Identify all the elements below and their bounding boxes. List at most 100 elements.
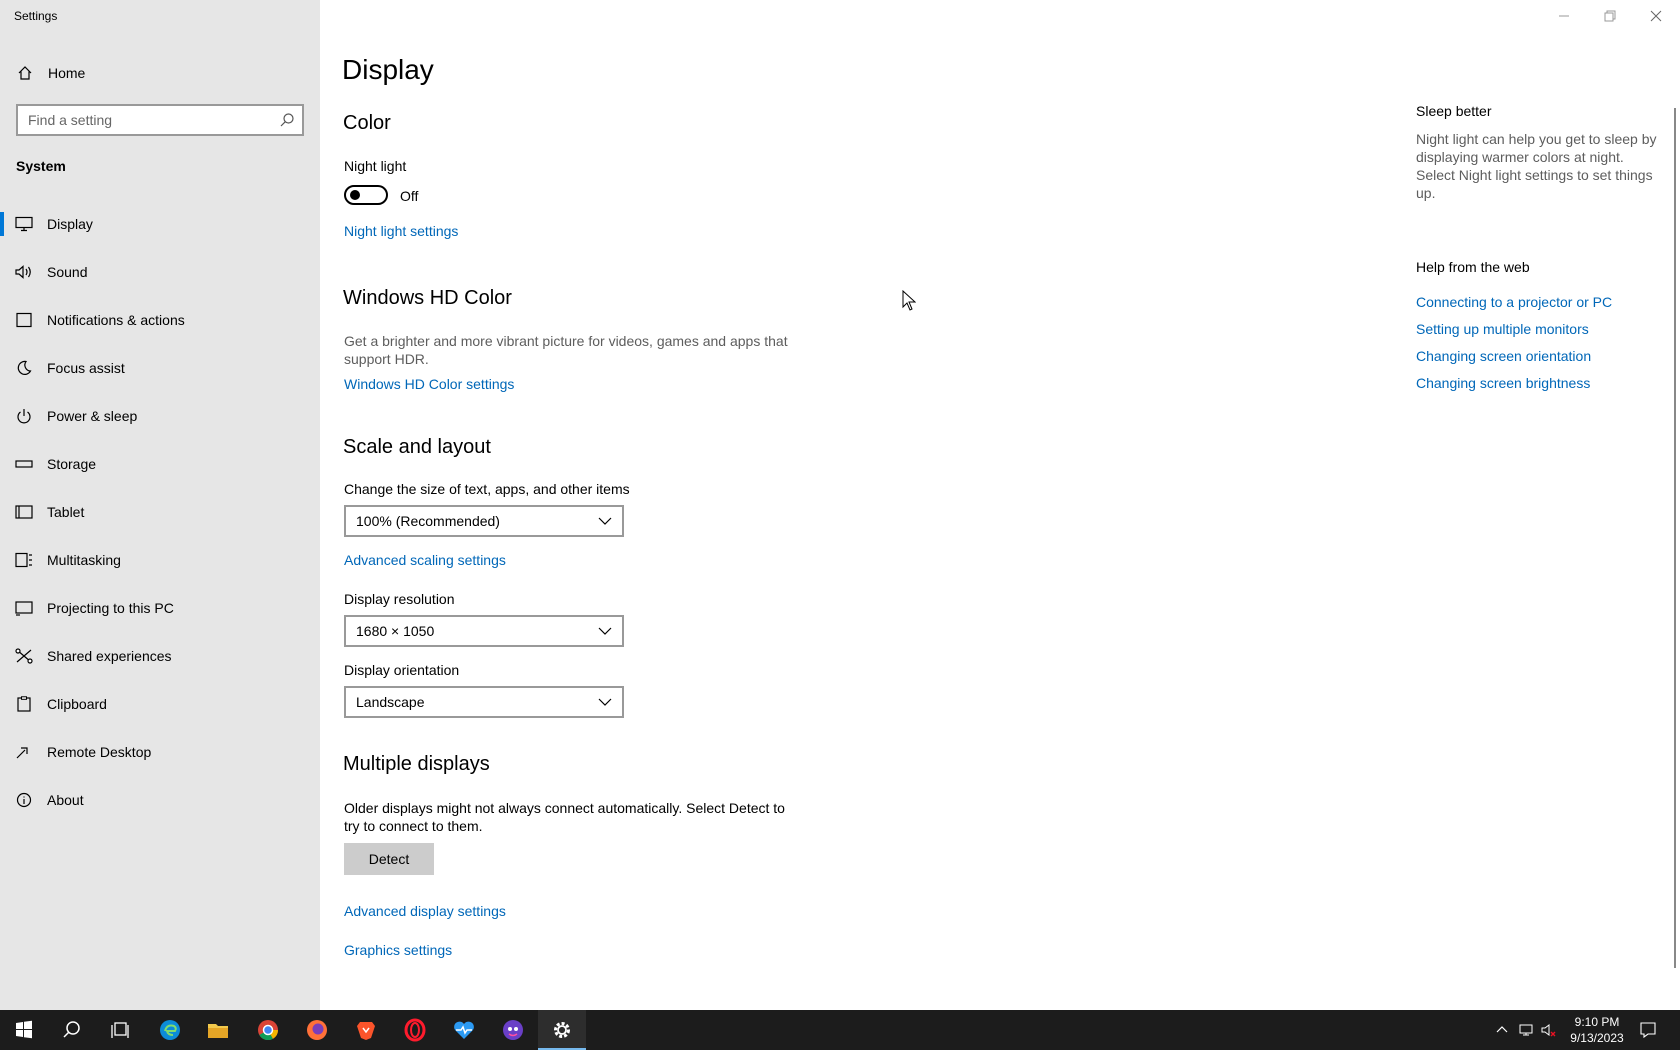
chevron-down-icon xyxy=(598,698,612,706)
speaker-icon xyxy=(15,265,31,279)
volume-muted-icon[interactable] xyxy=(1541,1022,1557,1038)
night-light-state: Off xyxy=(400,188,419,204)
settings-gear-icon xyxy=(554,1022,570,1038)
sidebar-item-label: Focus assist xyxy=(47,360,125,376)
sidebar-item-label: Clipboard xyxy=(47,696,107,712)
sidebar-item-multitasking[interactable]: Multitasking xyxy=(0,536,320,584)
advanced-scaling-link[interactable]: Advanced scaling settings xyxy=(344,552,506,568)
sidebar-item-label: Storage xyxy=(47,456,97,472)
orientation-dropdown[interactable]: Landscape xyxy=(344,686,624,718)
hd-color-settings-link[interactable]: Windows HD Color settings xyxy=(344,376,514,392)
search-input[interactable]: Find a setting xyxy=(16,104,304,136)
scale-value: 100% (Recommended) xyxy=(356,513,500,529)
scale-heading: Scale and layout xyxy=(343,436,491,458)
night-light-label: Night light xyxy=(344,158,407,174)
sidebar: Settings Home Find a setting System Disp… xyxy=(0,0,320,1010)
shared-experiences-icon xyxy=(15,648,33,664)
sleep-better-text: Night light can help you get to sleep by… xyxy=(1416,131,1657,201)
taskbar-app-health[interactable] xyxy=(440,1010,488,1050)
taskbar-app-edge[interactable] xyxy=(146,1010,194,1050)
task-view-icon xyxy=(111,1022,129,1038)
scrollbar[interactable] xyxy=(1674,108,1676,968)
restore-icon xyxy=(1604,10,1616,22)
monitor-icon xyxy=(15,216,33,232)
sidebar-item-label: Remote Desktop xyxy=(47,744,152,760)
power-icon xyxy=(17,409,31,424)
sidebar-item-power-sleep[interactable]: Power & sleep xyxy=(0,392,320,440)
sidebar-item-tablet[interactable]: Tablet xyxy=(0,488,320,536)
edge-icon xyxy=(160,1020,180,1040)
sidebar-item-notifications[interactable]: Notifications & actions xyxy=(0,296,320,344)
health-app-icon xyxy=(454,1021,474,1039)
orientation-label: Display orientation xyxy=(344,662,460,678)
search-icon xyxy=(63,1021,80,1038)
sidebar-item-focus-assist[interactable]: Focus assist xyxy=(0,344,320,392)
start-button[interactable] xyxy=(0,1010,48,1050)
help-link[interactable]: Connecting to a projector or PC xyxy=(1416,294,1612,310)
help-link[interactable]: Changing screen orientation xyxy=(1416,348,1591,364)
taskbar-app-settings[interactable] xyxy=(538,1010,586,1050)
game-app-icon xyxy=(503,1020,523,1040)
network-icon[interactable] xyxy=(1518,1022,1534,1038)
action-center-icon[interactable] xyxy=(1639,1021,1657,1039)
sidebar-item-remote-desktop[interactable]: Remote Desktop xyxy=(0,728,320,776)
chrome-icon xyxy=(258,1020,279,1041)
restore-button[interactable] xyxy=(1587,0,1633,32)
start-icon xyxy=(16,1020,32,1039)
storage-icon xyxy=(15,460,33,468)
home-label: Home xyxy=(48,65,86,81)
resolution-label: Display resolution xyxy=(344,591,455,607)
minimize-button[interactable] xyxy=(1541,0,1587,32)
home-nav-item[interactable]: Home xyxy=(0,58,320,88)
graphics-settings-link[interactable]: Graphics settings xyxy=(344,942,452,958)
taskbar-clock[interactable]: 9:10 PM 9/13/2023 xyxy=(1565,1014,1629,1046)
projecting-icon xyxy=(15,601,33,616)
taskbar-app-chrome[interactable] xyxy=(244,1010,292,1050)
sidebar-item-projecting[interactable]: Projecting to this PC xyxy=(0,584,320,632)
sidebar-item-label: Multitasking xyxy=(47,552,121,568)
taskbar: 9:10 PM 9/13/2023 xyxy=(0,1010,1680,1050)
sidebar-item-shared-experiences[interactable]: Shared experiences xyxy=(0,632,320,680)
taskbar-app-brave[interactable] xyxy=(342,1010,390,1050)
resolution-dropdown[interactable]: 1680 × 1050 xyxy=(344,615,624,647)
taskbar-app-firefox[interactable] xyxy=(293,1010,341,1050)
sidebar-item-label: Power & sleep xyxy=(47,408,138,424)
main-content: Display Color Night light Off Night ligh… xyxy=(320,0,1360,1010)
page-title: Display xyxy=(342,54,434,85)
night-light-toggle[interactable] xyxy=(344,185,388,205)
firefox-icon xyxy=(307,1020,327,1040)
sidebar-item-display[interactable]: Display xyxy=(0,200,320,248)
mouse-cursor-icon xyxy=(902,290,916,311)
advanced-display-settings-link[interactable]: Advanced display settings xyxy=(344,903,506,919)
section-label: System xyxy=(16,158,66,174)
sidebar-item-storage[interactable]: Storage xyxy=(0,440,320,488)
remote-desktop-icon xyxy=(16,747,28,759)
sleep-better-heading: Sleep better xyxy=(1416,103,1492,119)
chevron-up-icon[interactable] xyxy=(1494,1022,1510,1038)
sidebar-item-sound[interactable]: Sound xyxy=(0,248,320,296)
taskbar-app-opera[interactable] xyxy=(391,1010,439,1050)
task-view-button[interactable] xyxy=(96,1010,144,1050)
toggle-knob xyxy=(350,190,360,200)
help-link[interactable]: Changing screen brightness xyxy=(1416,375,1590,391)
close-button[interactable] xyxy=(1633,0,1679,32)
close-icon xyxy=(1650,10,1662,22)
resolution-value: 1680 × 1050 xyxy=(356,623,435,639)
sidebar-item-about[interactable]: About xyxy=(0,776,320,824)
clock-date: 9/13/2023 xyxy=(1570,1031,1624,1045)
home-icon xyxy=(18,66,32,80)
brave-icon xyxy=(357,1022,375,1040)
taskbar-app-file-explorer[interactable] xyxy=(194,1010,242,1050)
detect-button[interactable]: Detect xyxy=(344,843,434,875)
scale-dropdown[interactable]: 100% (Recommended) xyxy=(344,505,624,537)
taskbar-app-game[interactable] xyxy=(489,1010,537,1050)
sidebar-item-clipboard[interactable]: Clipboard xyxy=(0,680,320,728)
sidebar-item-label: Shared experiences xyxy=(47,648,172,664)
taskbar-search-button[interactable] xyxy=(48,1010,96,1050)
search-icon xyxy=(280,113,294,127)
minimize-icon xyxy=(1559,15,1569,17)
tablet-icon xyxy=(15,505,33,519)
night-light-settings-link[interactable]: Night light settings xyxy=(344,223,458,239)
help-link[interactable]: Setting up multiple monitors xyxy=(1416,321,1589,337)
hd-color-heading: Windows HD Color xyxy=(343,287,512,309)
